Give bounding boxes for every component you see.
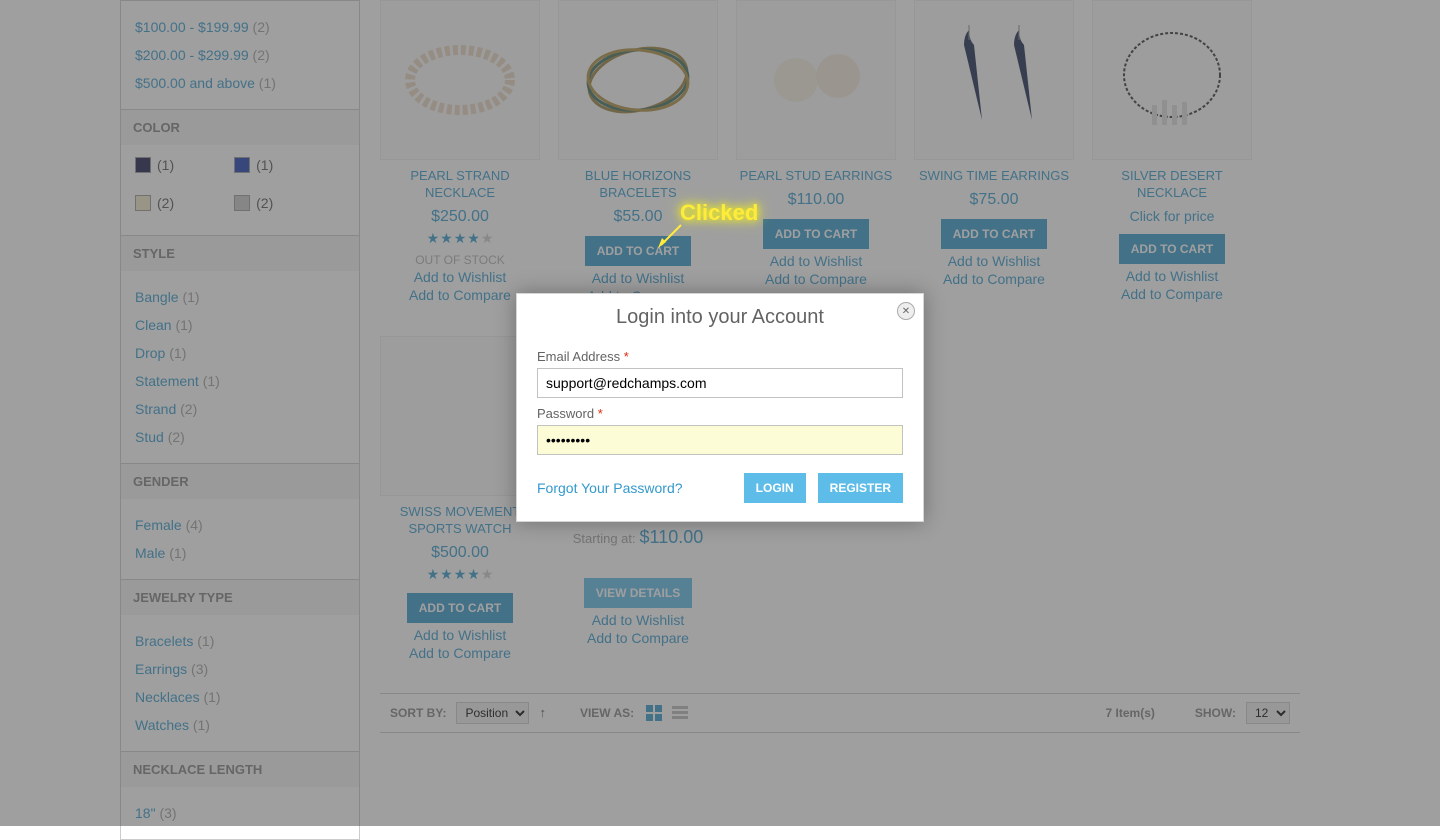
forgot-password-link[interactable]: Forgot Your Password?	[537, 480, 683, 496]
login-modal: ✕ Login into your Account Email Address …	[516, 293, 924, 522]
clicked-arrow-icon	[656, 220, 686, 250]
modal-title: Login into your Account	[517, 294, 923, 337]
register-button[interactable]: REGISTER	[818, 473, 903, 503]
email-label: Email Address *	[537, 349, 903, 364]
login-button[interactable]: LOGIN	[744, 473, 806, 503]
close-icon[interactable]: ✕	[897, 302, 915, 320]
password-label: Password *	[537, 406, 903, 421]
password-field[interactable]	[537, 425, 903, 455]
clicked-annotation: Clicked	[680, 200, 758, 226]
email-field[interactable]	[537, 368, 903, 398]
